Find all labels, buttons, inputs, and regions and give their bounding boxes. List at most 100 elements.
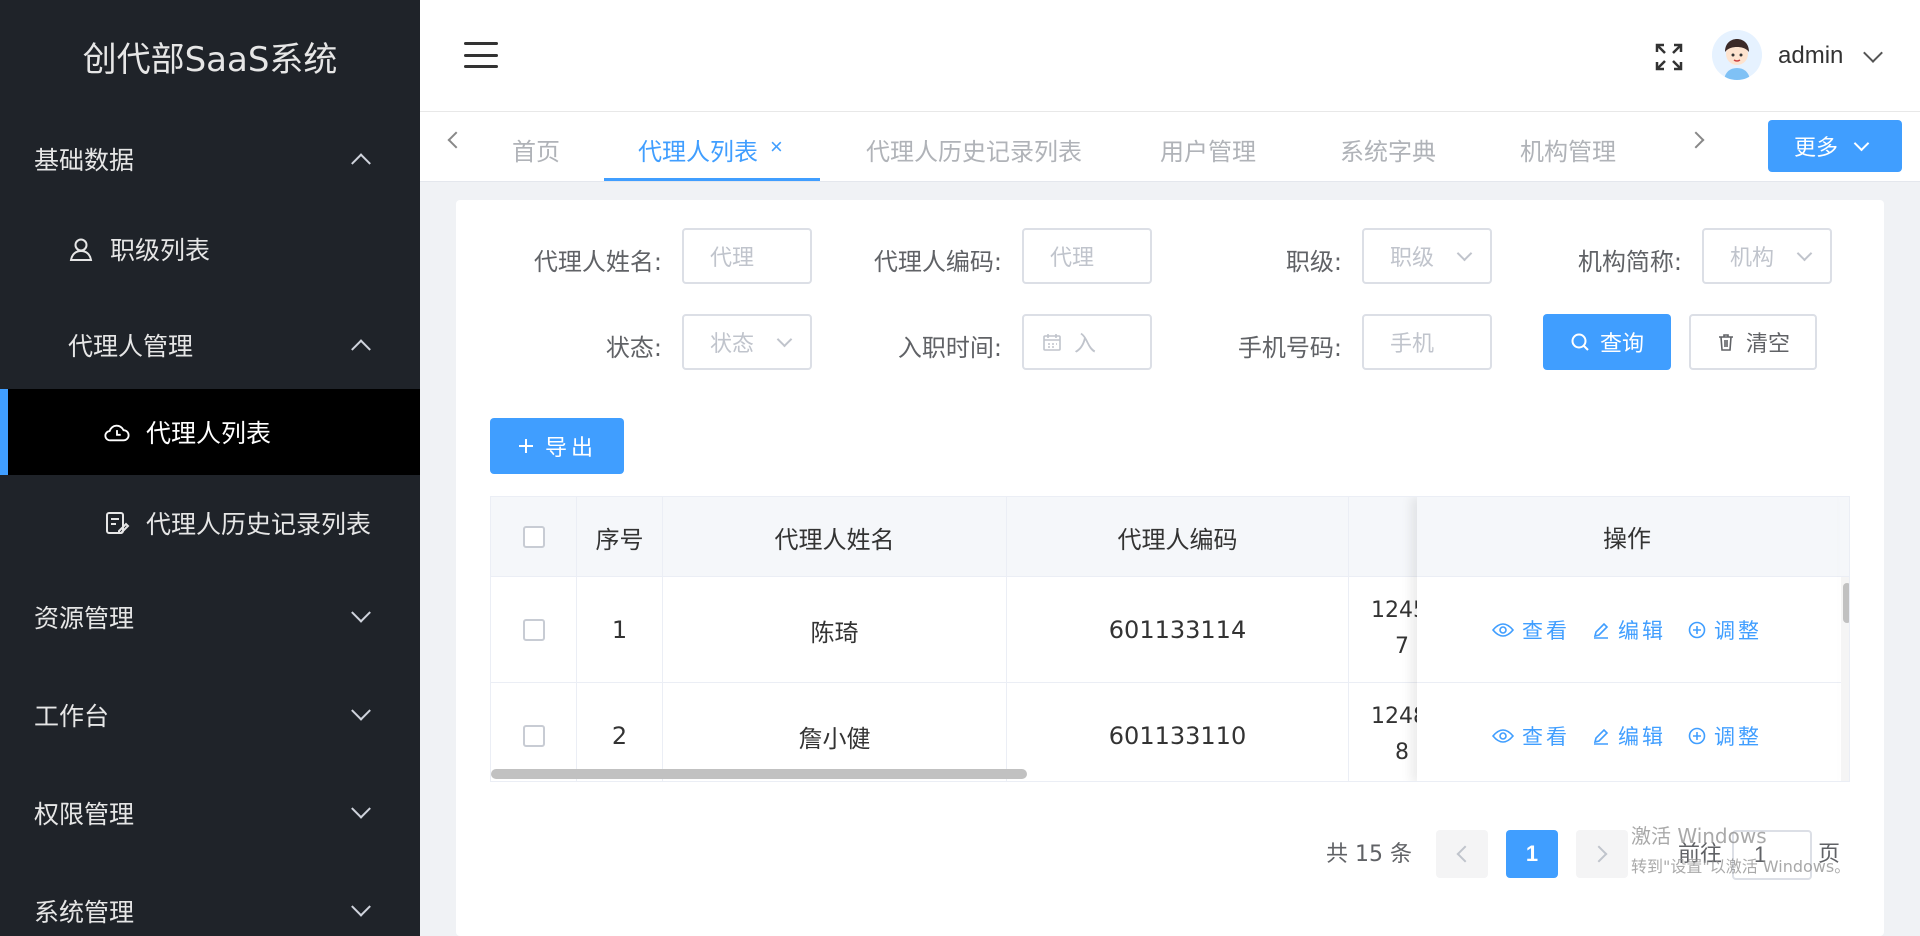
sidebar-item-system-management[interactable]: 系统管理 [0, 872, 420, 936]
trash-icon [1716, 332, 1736, 352]
row-agent-code: 601133110 [1007, 683, 1349, 781]
agent-table: 序号 代理人姓名 代理人编码 1 陈琦 601133114 1245 7 2 詹… [490, 496, 1850, 782]
edit-button[interactable]: 编辑 [1592, 615, 1666, 645]
row-checkbox[interactable] [522, 725, 545, 747]
tab-system-dictionary[interactable]: 系统字典 [1340, 132, 1436, 167]
edit-label: 编辑 [1618, 618, 1666, 643]
main-card: 代理人姓名: 代理 代理人编码: 代理 职级: 职级 机构简称: 机构 状态: … [456, 200, 1884, 936]
chevron-right-icon[interactable] [1687, 131, 1705, 149]
row-agent-code: 601133114 [1007, 577, 1349, 683]
tab-user-management[interactable]: 用户管理 [1160, 132, 1256, 167]
close-icon[interactable]: × [770, 134, 783, 160]
windows-activation-watermark: 激活 Windows 转到"设置"以激活 Windows。 [1631, 820, 1850, 877]
tab-agent-history[interactable]: 代理人历史记录列表 [866, 132, 1082, 167]
adjust-button[interactable]: 调整 [1688, 615, 1762, 645]
fullscreen-icon[interactable] [1654, 42, 1684, 72]
tab-org-management[interactable]: 机构管理 [1520, 132, 1616, 167]
tab-agent-list[interactable]: 代理人列表 [638, 132, 758, 167]
sidebar-item-label: 代理人历史记录列表 [146, 510, 372, 539]
phone-label: 手机号码: [1237, 334, 1342, 362]
query-label: 查询 [1599, 331, 1644, 356]
row-checkbox[interactable] [522, 619, 545, 641]
hire-date-picker[interactable]: 入 [1022, 314, 1152, 370]
prev-page-button[interactable] [1436, 830, 1488, 878]
app-title: 创代部SaaS系统 [82, 39, 338, 80]
sidebar-item-label: 权限管理 [34, 800, 135, 829]
rank-select[interactable]: 职级 [1362, 228, 1492, 284]
pagination-total: 共 15 条 [1326, 842, 1412, 867]
view-label: 查看 [1522, 724, 1570, 749]
header-operations: 操作 [1417, 497, 1837, 577]
chevron-down-icon [351, 602, 371, 623]
agent-name-input[interactable]: 代理 [682, 228, 812, 284]
sidebar-item-label: 系统管理 [34, 898, 135, 927]
tab-home[interactable]: 首页 [512, 132, 560, 167]
code-label: 代理人编码: [873, 248, 1002, 276]
row-operations: 查看 编辑 调整 [1417, 683, 1837, 781]
select-all-checkbox[interactable] [522, 526, 545, 548]
chevron-down-icon[interactable] [1863, 43, 1883, 63]
sidebar-item-workbench[interactable]: 工作台 [0, 676, 420, 754]
more-label: 更多 [1794, 135, 1839, 160]
agent-code-input[interactable]: 代理 [1022, 228, 1152, 284]
select-all-cell [491, 497, 577, 577]
sidebar-item-label: 代理人列表 [146, 419, 272, 448]
next-page-button[interactable] [1576, 830, 1628, 878]
status-placeholder: 状态 [710, 332, 755, 357]
status-select[interactable]: 状态 [682, 314, 812, 370]
sidebar: 创代部SaaS系统 基础数据 职级列表 代理人管理 代理人列表 代理人历史记录列… [0, 0, 420, 936]
view-button[interactable]: 查看 [1492, 721, 1570, 751]
sidebar-item-permission-management[interactable]: 权限管理 [0, 774, 420, 852]
page-number-current[interactable]: 1 [1506, 830, 1558, 878]
export-button[interactable]: 导出 [490, 418, 624, 474]
view-button[interactable]: 查看 [1492, 615, 1570, 645]
row-operations: 查看 编辑 调整 [1417, 577, 1837, 683]
org-select[interactable]: 机构 [1702, 228, 1832, 284]
sidebar-item-agent-list[interactable]: 代理人列表 [0, 389, 420, 475]
rank-label: 职级: [1285, 248, 1342, 276]
edit-button[interactable]: 编辑 [1592, 721, 1666, 751]
sidebar-item-label: 代理人管理 [68, 332, 194, 361]
calendar-icon [1042, 332, 1062, 352]
chevron-up-icon [351, 153, 371, 174]
sidebar-item-agent-history[interactable]: 代理人历史记录列表 [0, 484, 420, 562]
edit-icon [1592, 727, 1610, 745]
chevron-down-icon [351, 896, 371, 917]
sidebar-item-agent-management[interactable]: 代理人管理 [0, 306, 420, 384]
chevron-left-icon[interactable] [447, 131, 465, 149]
org-label: 机构简称: [1577, 248, 1682, 276]
chevron-down-icon [1456, 245, 1473, 262]
row-index: 1 [577, 577, 663, 683]
tabs-bar: 首页 代理人列表 × 代理人历史记录列表 用户管理 系统字典 机构管理 更多 [420, 112, 1920, 182]
sidebar-item-basic-data[interactable]: 基础数据 [0, 120, 420, 198]
sidebar-item-rank-list[interactable]: 职级列表 [0, 210, 420, 288]
sidebar-item-label: 资源管理 [34, 604, 135, 633]
eye-icon [1492, 728, 1514, 744]
status-label: 状态: [605, 334, 662, 362]
phone-input[interactable]: 手机 [1362, 314, 1492, 370]
sidebar-item-resource-management[interactable]: 资源管理 [0, 578, 420, 656]
clear-button[interactable]: 清空 [1689, 314, 1817, 370]
watermark-line1: 激活 Windows [1631, 824, 1767, 848]
header-agent-code: 代理人编码 [1007, 497, 1349, 577]
avatar[interactable] [1712, 30, 1762, 80]
query-button[interactable]: 查询 [1543, 314, 1671, 370]
username[interactable]: admin [1778, 42, 1843, 70]
watermark-line2: 转到"设置"以激活 Windows。 [1631, 857, 1851, 876]
more-tabs-button[interactable]: 更多 [1768, 120, 1902, 172]
rank-placeholder: 职级 [1390, 246, 1435, 271]
sidebar-item-label: 工作台 [34, 702, 110, 731]
plus-icon [517, 437, 535, 455]
horizontal-scrollbar-thumb[interactable] [491, 769, 1027, 779]
user-icon [68, 236, 94, 262]
chevron-down-icon [1796, 245, 1813, 262]
vertical-scrollbar-thumb[interactable] [1843, 583, 1849, 623]
hire-date-label: 入职时间: [897, 334, 1002, 362]
hamburger-menu-icon[interactable] [464, 42, 498, 68]
plus-circle-icon [1688, 621, 1706, 639]
row-agent-name: 詹小健 [663, 683, 1007, 781]
org-placeholder: 机构 [1730, 246, 1775, 271]
edit-label: 编辑 [1618, 724, 1666, 749]
adjust-button[interactable]: 调整 [1688, 721, 1762, 751]
chevron-down-icon [776, 331, 793, 348]
